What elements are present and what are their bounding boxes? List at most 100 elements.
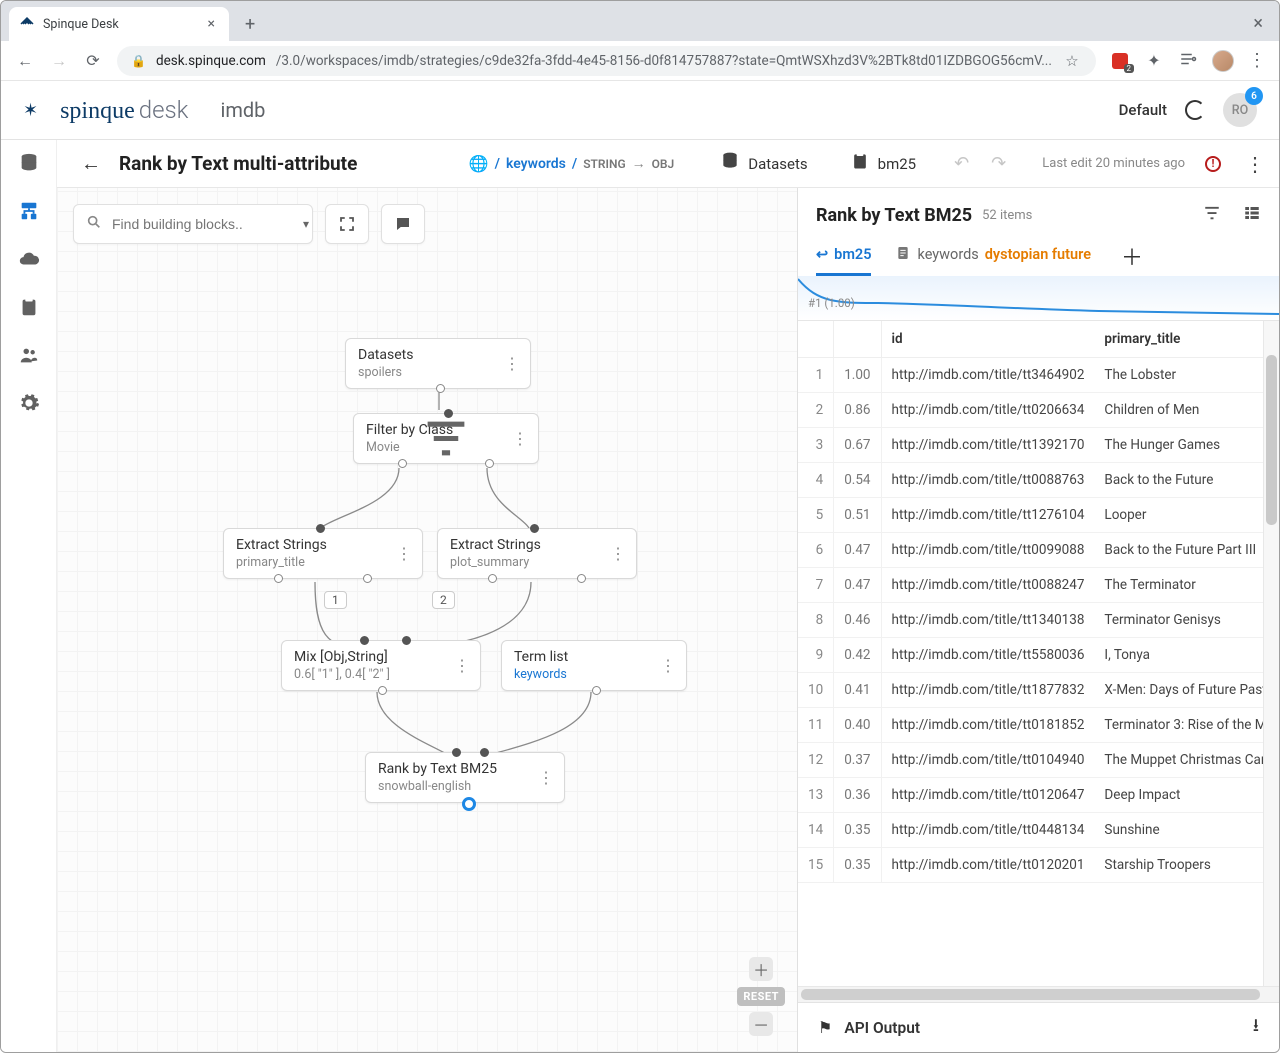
table-row[interactable]: 40.54http://imdb.com/title/tt0088763Back… <box>798 463 1279 498</box>
list-view-icon[interactable] <box>1243 204 1261 226</box>
strategy-menu-icon[interactable]: ⋮ <box>1245 152 1263 176</box>
add-results-tab-button[interactable]: ＋ <box>1121 240 1143 272</box>
zoom-reset-button[interactable]: RESET <box>737 987 785 1006</box>
zoom-controls: ＋ RESET － <box>737 957 785 1036</box>
browser-tab-active[interactable]: Spinque Desk × <box>9 7 229 41</box>
results-count: 52 items <box>982 208 1032 223</box>
node-menu-icon[interactable]: ⋮ <box>658 649 678 682</box>
nav-forward-icon: → <box>49 51 69 71</box>
zoom-out-button[interactable]: － <box>749 1012 773 1036</box>
app-logo[interactable]: spinque desk <box>60 96 188 125</box>
table-row[interactable]: 70.47http://imdb.com/title/tt0088247The … <box>798 568 1279 603</box>
nav-users-icon[interactable] <box>16 342 42 368</box>
window-close-icon[interactable]: × <box>1243 7 1273 40</box>
star-icon[interactable]: ☆ <box>1062 52 1082 70</box>
table-row[interactable]: 90.42http://imdb.com/title/tt5580036I, T… <box>798 638 1279 673</box>
node-menu-icon[interactable]: ⋮ <box>394 537 414 570</box>
node-extract-primary-title[interactable]: Extract Strings primary_title ⋮ <box>223 528 423 579</box>
col-id[interactable]: id <box>881 321 1094 358</box>
nav-reload-icon[interactable]: ⟳ <box>83 51 103 70</box>
document-icon <box>895 245 911 265</box>
search-blocks-field[interactable] <box>112 216 293 232</box>
results-tab-bm25[interactable]: ↩ bm25 <box>816 236 871 276</box>
sync-spinner-icon <box>1185 100 1205 120</box>
node-datasets[interactable]: Datasets spoilers ⋮ <box>345 338 531 389</box>
zoom-in-button[interactable]: ＋ <box>749 957 773 981</box>
favicon-icon <box>19 16 35 32</box>
table-row[interactable]: 60.47http://imdb.com/title/tt0099088Back… <box>798 533 1279 568</box>
url-path: /3.0/workspaces/imdb/strategies/c9de32fa… <box>276 53 1052 69</box>
download-icon[interactable]: ⭳ <box>1253 1013 1259 1043</box>
vertical-scrollbar[interactable] <box>1263 321 1279 986</box>
table-row[interactable]: 20.86http://imdb.com/title/tt0206634Chil… <box>798 393 1279 428</box>
horizontal-scrollbar[interactable] <box>798 986 1279 1002</box>
node-term-list[interactable]: Term list keywords ⋮ <box>501 640 687 691</box>
search-blocks-input[interactable]: ▾ <box>73 204 313 244</box>
redo-button[interactable]: ↷ <box>985 149 1012 178</box>
selected-output-port[interactable] <box>462 797 476 811</box>
undo-button[interactable]: ↶ <box>948 149 975 178</box>
extensions-icon[interactable]: ✦ <box>1144 51 1164 70</box>
reading-list-icon[interactable] <box>1178 50 1198 72</box>
results-tab-keywords[interactable]: keywords dystopian future <box>895 236 1091 276</box>
toolbar-datasets[interactable]: Datasets <box>714 147 813 180</box>
table-row[interactable]: 110.40http://imdb.com/title/tt0181852Ter… <box>798 708 1279 743</box>
notification-badge: 6 <box>1245 87 1263 105</box>
browser-toolbar: ← → ⟳ 🔒 desk.spinque.com /3.0/workspaces… <box>1 41 1279 81</box>
node-menu-icon[interactable]: ⋮ <box>452 649 472 682</box>
browser-tab-strip: Spinque Desk × + × <box>1 1 1279 41</box>
endpoint-path[interactable]: 🌐 /keywords/STRING → OBJ <box>469 154 675 173</box>
node-menu-icon[interactable]: ⋮ <box>510 422 530 455</box>
results-table-wrapper[interactable]: id primary_title 11.00http://imdb.com/ti… <box>798 320 1279 986</box>
close-tab-icon[interactable]: × <box>204 16 219 32</box>
user-avatar[interactable]: RO 6 <box>1223 93 1257 127</box>
address-bar[interactable]: 🔒 desk.spinque.com /3.0/workspaces/imdb/… <box>117 46 1096 76</box>
search-icon <box>86 214 102 234</box>
profile-avatar-icon[interactable] <box>1212 50 1234 72</box>
nav-strategies-icon[interactable] <box>16 198 42 224</box>
node-menu-icon[interactable]: ⋮ <box>608 537 628 570</box>
table-row[interactable]: 150.35http://imdb.com/title/tt0120201Sta… <box>798 848 1279 883</box>
table-row[interactable]: 30.67http://imdb.com/title/tt1392170The … <box>798 428 1279 463</box>
chrome-menu-icon[interactable]: ⋮ <box>1248 50 1265 71</box>
table-row[interactable]: 120.37http://imdb.com/title/tt0104940The… <box>798 743 1279 778</box>
nav-back-icon[interactable]: ← <box>15 51 35 71</box>
filter-results-icon[interactable] <box>1203 204 1221 226</box>
api-output-bar[interactable]: ⚑ API Output ⭳ <box>798 1002 1279 1052</box>
score-sparkline: #1 (1.00) <box>798 276 1279 320</box>
chevron-down-icon[interactable]: ▾ <box>303 217 309 231</box>
table-row[interactable]: 140.35http://imdb.com/title/tt0448134Sun… <box>798 813 1279 848</box>
left-nav-rail <box>1 140 57 1052</box>
new-tab-button[interactable]: + <box>239 10 261 39</box>
node-extract-plot-summary[interactable]: Extract Strings plot_summary ⋮ <box>437 528 637 579</box>
profile-selector[interactable]: Default <box>1119 101 1167 119</box>
nav-settings-icon[interactable] <box>16 390 42 416</box>
nav-clipboard-icon[interactable] <box>16 294 42 320</box>
node-filter-by-class[interactable]: Filter by Class Movie ⋮ <box>353 413 539 464</box>
extension-ublock-icon[interactable]: 2 <box>1110 51 1130 71</box>
workspace-name[interactable]: imdb <box>220 98 265 122</box>
strategy-canvas[interactable]: ▾ ＋ RESET － <box>57 188 797 1052</box>
node-menu-icon[interactable]: ⋮ <box>536 761 556 794</box>
back-button[interactable]: ← <box>73 147 109 180</box>
table-row[interactable]: 130.36http://imdb.com/title/tt0120647Dee… <box>798 778 1279 813</box>
toolbar-bm25[interactable]: bm25 <box>844 147 922 180</box>
col-index <box>798 321 834 358</box>
table-row[interactable]: 11.00http://imdb.com/title/tt3464902The … <box>798 358 1279 393</box>
nav-cloud-icon[interactable] <box>16 246 42 272</box>
edge-label-1: 1 <box>324 591 347 609</box>
app-header: ✶ spinque desk imdb Default RO 6 <box>1 81 1279 139</box>
table-row[interactable]: 80.46http://imdb.com/title/tt1340138Term… <box>798 603 1279 638</box>
fullscreen-button[interactable] <box>325 204 369 244</box>
node-mix[interactable]: Mix [Obj,String] 0.6[ "1" ], 0.4[ "2" ] … <box>281 640 481 691</box>
nav-datasets-icon[interactable] <box>16 150 42 176</box>
table-row[interactable]: 100.41http://imdb.com/title/tt1877832X-M… <box>798 673 1279 708</box>
last-edit-label: Last edit 20 minutes ago <box>1042 156 1185 171</box>
col-primary-title[interactable]: primary_title <box>1094 321 1279 358</box>
node-rank-bm25[interactable]: Rank by Text BM25 snowball-english ⋮ <box>365 752 565 803</box>
comments-button[interactable] <box>381 204 425 244</box>
warning-icon[interactable]: ! <box>1205 156 1221 172</box>
browser-tab-title: Spinque Desk <box>43 17 119 32</box>
node-menu-icon[interactable]: ⋮ <box>502 347 522 380</box>
table-row[interactable]: 50.51http://imdb.com/title/tt1276104Loop… <box>798 498 1279 533</box>
